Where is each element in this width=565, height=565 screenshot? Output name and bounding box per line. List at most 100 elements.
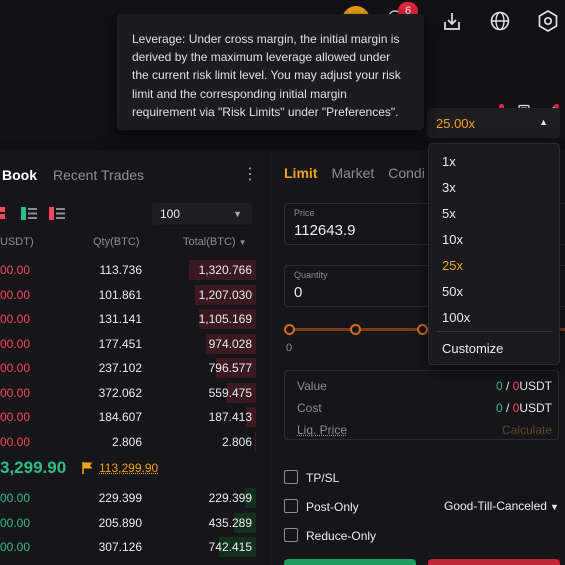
ask-price: 00.00 [0, 263, 31, 277]
ask-qty: 2.806 [111, 434, 142, 449]
ask-qty: 184.607 [98, 410, 142, 424]
quantity-label: Quantity [294, 270, 328, 280]
leverage-option[interactable]: 3x [442, 180, 456, 195]
ask-total: 974.028 [208, 336, 252, 351]
time-in-force-select[interactable]: Good-Till-Canceled ▼ [444, 499, 559, 513]
ask-total: 1,207.030 [198, 287, 252, 302]
orderbook-menu-icon[interactable]: ⋮ [242, 166, 258, 184]
ask-price: 00.00 [0, 361, 31, 375]
slider-min-label: 0 [286, 342, 293, 354]
bid-total: 435.289 [208, 515, 252, 530]
leverage-option[interactable]: 5x [442, 206, 456, 221]
post-only-label: Post-Only [306, 500, 359, 514]
ask-total: 187.413 [208, 410, 252, 424]
quantity-value[interactable]: 0 [294, 284, 302, 301]
orderbook-view-toggles [0, 206, 66, 220]
ask-price: 00.00 [0, 434, 31, 449]
ask-total: 1,320.766 [198, 263, 252, 277]
col-qty-header: Qty(BTC) [93, 236, 140, 248]
buy-long-button[interactable] [284, 559, 416, 565]
order-summary: Value 0 / 0USDT Cost 0 / 0USDT Liq. Pric… [284, 370, 559, 440]
ask-row[interactable]: 00.00 184.607 187.413 [0, 405, 270, 429]
ask-row[interactable]: 00.00 372.062 559.475 [0, 381, 270, 405]
view-asks-icon[interactable] [48, 206, 66, 220]
depth-bar [255, 431, 256, 452]
leverage-customize[interactable]: Customize [442, 341, 503, 356]
price-value[interactable]: 112643.9 [294, 222, 355, 239]
cost-label: Cost [297, 401, 322, 415]
ask-qty: 113.736 [99, 263, 143, 277]
ask-total: 1,105.169 [198, 312, 252, 326]
price-label: Price [294, 208, 315, 218]
tab-conditional[interactable]: Condi [388, 165, 425, 181]
tab-market[interactable]: Market [331, 165, 374, 181]
ask-total: 796.577 [208, 361, 252, 375]
ask-row[interactable]: 00.00 101.861 1,207.030 [0, 283, 270, 307]
sell-short-button[interactable] [428, 559, 560, 565]
ask-row[interactable]: 00.00 237.102 796.577 [0, 356, 270, 380]
tpsl-checkbox[interactable] [284, 470, 298, 484]
ask-price: 00.00 [0, 385, 31, 400]
bid-row[interactable]: 00.00 307.126 742.415 [0, 535, 270, 559]
bid-price: 00.00 [0, 491, 31, 505]
bid-qty: 229.399 [98, 491, 142, 505]
settings-hexagon-icon[interactable] [535, 8, 561, 34]
bid-price: 00.00 [0, 515, 31, 530]
depth-value: 100 [160, 207, 181, 221]
leverage-option[interactable]: 100x [442, 310, 470, 325]
bid-row[interactable]: 00.00 229.399 229.399 [0, 486, 270, 510]
leverage-option[interactable]: 1x [442, 154, 456, 169]
view-bids-icon[interactable] [20, 206, 38, 220]
download-icon[interactable] [439, 8, 465, 34]
ask-row[interactable]: 00.00 131.141 1,105.169 [0, 307, 270, 331]
ask-total: 2.806 [221, 434, 252, 449]
calculate-link[interactable]: Calculate [502, 423, 552, 437]
bid-total: 229.399 [208, 491, 252, 505]
reduce-only-label: Reduce-Only [306, 529, 377, 543]
slider-stop-50[interactable] [417, 324, 428, 335]
col-price-header: USDT) [0, 236, 34, 248]
ask-row[interactable]: 00.00 177.451 974.028 [0, 332, 270, 356]
leverage-select[interactable]: 25.00x ▲ [427, 108, 560, 138]
ask-qty: 177.451 [98, 336, 142, 351]
tab-limit[interactable]: Limit [284, 165, 317, 181]
bid-total: 742.415 [208, 540, 252, 554]
flag-icon [82, 461, 94, 475]
orderbook-tabs: Book Recent Trades [0, 162, 144, 188]
value-label: Value [297, 379, 327, 393]
bid-price: 00.00 [0, 540, 31, 554]
ask-price: 00.00 [0, 312, 31, 326]
bid-row[interactable]: 00.00 205.890 435.289 [0, 511, 270, 535]
tab-orderbook[interactable]: Book [2, 167, 37, 183]
ask-total: 559.475 [208, 385, 252, 400]
ask-row[interactable]: 00.00 113.736 1,320.766 [0, 258, 270, 282]
view-both-icon[interactable] [0, 206, 6, 220]
chevron-up-icon: ▲ [539, 117, 548, 127]
liq-price-row: Liq. Price Calculate [297, 423, 552, 437]
mark-price[interactable]: 113,299.90 [99, 461, 158, 475]
ask-qty: 131.141 [98, 312, 142, 326]
leverage-value: 25.00x [436, 116, 476, 131]
ask-row[interactable]: 00.00 2.806 2.806 [0, 430, 270, 454]
leverage-option[interactable]: 25x [442, 258, 463, 273]
leverage-option[interactable]: 10x [442, 232, 463, 247]
slider-stop-25[interactable] [350, 324, 361, 335]
last-price: 3,299.90 [0, 458, 67, 477]
col-total-header[interactable]: Total(BTC) ▼ [183, 236, 247, 248]
tab-recent-trades[interactable]: Recent Trades [53, 167, 144, 183]
ask-qty: 101.861 [98, 287, 142, 302]
post-only-checkbox[interactable] [284, 499, 298, 513]
ask-qty: 237.102 [98, 361, 142, 375]
cost-row: Cost 0 / 0USDT [297, 401, 552, 415]
divider [437, 331, 553, 332]
value-amount: 0 / 0USDT [495, 379, 552, 393]
depth-select[interactable]: 100 ▼ [152, 203, 252, 225]
reduce-only-checkbox[interactable] [284, 528, 298, 542]
bid-qty: 307.126 [98, 540, 142, 554]
order-type-tabs: Limit Market Condi [284, 165, 425, 181]
globe-icon[interactable] [487, 8, 513, 34]
slider-stop-0[interactable] [284, 324, 295, 335]
trading-screen: 6 Book Recent Trades ⋮ 100 ▼ USDT) Qty(B… [0, 0, 565, 565]
ask-price: 00.00 [0, 287, 31, 302]
leverage-option[interactable]: 50x [442, 284, 463, 299]
